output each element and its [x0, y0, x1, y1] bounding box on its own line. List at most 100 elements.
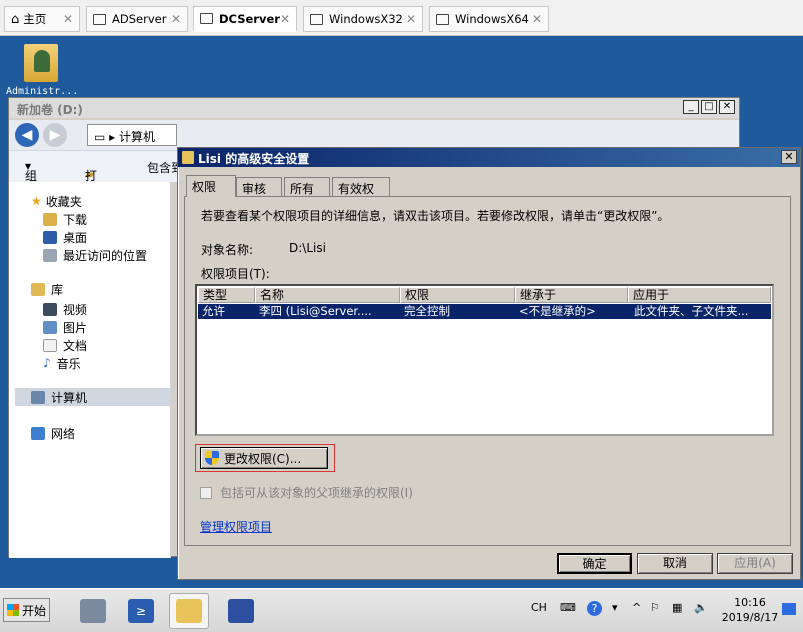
- column-header-type[interactable]: 类型: [198, 287, 255, 303]
- advanced-security-dialog: Lisi 的高级安全设置 ✕ 权限 审核 所有者 有效权限 若要查看某个权限项目…: [177, 147, 801, 580]
- close-button[interactable]: ✕: [719, 100, 735, 114]
- explorer-title: 新加卷 (D:): [9, 98, 739, 118]
- nav-documents[interactable]: 文档: [43, 336, 87, 354]
- uac-shield-icon: [205, 451, 219, 465]
- host-tab-adserver[interactable]: ADServer ✕: [86, 6, 188, 32]
- nav-label: 视频: [63, 302, 88, 317]
- video-icon: [43, 302, 57, 316]
- desktop-icon: [43, 230, 57, 244]
- library-icon: [31, 282, 45, 296]
- picture-icon: [43, 320, 57, 334]
- host-tab-home[interactable]: ⌂ 主页 ✕: [4, 6, 80, 32]
- nav-recent[interactable]: 最近访问的位置: [43, 246, 147, 264]
- powershell-icon: ≥: [128, 599, 154, 623]
- nav-pictures[interactable]: 图片: [43, 318, 87, 336]
- nav-music[interactable]: ♪ 音乐: [43, 354, 81, 372]
- tab-auditing[interactable]: 审核: [236, 177, 282, 196]
- volume-icon[interactable]: 🔈: [694, 601, 708, 614]
- remote-desktop-icon: [228, 599, 254, 623]
- dialog-close-button[interactable]: ✕: [781, 150, 797, 164]
- desktop-icon-label: Administr...: [6, 86, 79, 97]
- back-button[interactable]: ◀: [15, 123, 39, 147]
- window-buttons: _ □ ✕: [683, 100, 735, 114]
- forward-button[interactable]: ▶: [43, 123, 67, 147]
- dialog-title-bar: Lisi 的高级安全设置: [178, 148, 800, 167]
- column-header-permission[interactable]: 权限: [400, 287, 515, 303]
- change-permissions-button[interactable]: 更改权限(C)...: [200, 447, 328, 469]
- manage-permission-entries-link[interactable]: 管理权限项目: [200, 518, 272, 535]
- host-tab-windowsx32[interactable]: WindowsX32 ✕: [303, 6, 423, 32]
- nav-favorites[interactable]: ★ 收藏夹: [31, 192, 82, 210]
- tab-effective-permissions[interactable]: 有效权限: [332, 177, 390, 213]
- permission-entries-list[interactable]: 类型 名称 权限 继承于 应用于 允许 李四 (Lisi@Server.... …: [195, 284, 774, 436]
- show-desktop-icon[interactable]: [782, 603, 796, 615]
- cell-type: 允许: [202, 304, 225, 318]
- change-permissions-highlight: 更改权限(C)...: [195, 444, 335, 472]
- start-button[interactable]: 开始: [3, 598, 50, 622]
- instruction-text: 若要查看某个权限项目的详细信息，请双击该项目。若要修改权限，请单击“更改权限”。: [201, 209, 670, 223]
- taskbar-powershell[interactable]: ≥: [121, 593, 161, 629]
- nav-label: 库: [51, 282, 64, 297]
- nav-libraries[interactable]: 库: [31, 280, 63, 298]
- address-field[interactable]: ▭ ▸ 计算机: [87, 124, 177, 146]
- nav-label: 桌面: [63, 230, 88, 245]
- close-icon[interactable]: ✕: [171, 12, 181, 26]
- taskbar-remote-desktop[interactable]: [221, 593, 261, 629]
- close-icon[interactable]: ✕: [532, 12, 542, 26]
- tab-permissions[interactable]: 权限: [186, 175, 236, 197]
- nav-label: 文档: [63, 338, 88, 353]
- inherit-permissions-label: 包括可从该对象的父项继承的权限(I): [220, 486, 413, 500]
- nav-network[interactable]: 网络: [31, 424, 75, 442]
- column-header-inherited-from[interactable]: 继承于: [515, 287, 628, 303]
- user-folder-icon: [24, 44, 58, 82]
- cell-applies-to: 此文件夹、子文件夹...: [634, 304, 749, 318]
- host-tab-label: WindowsX32: [329, 12, 403, 26]
- minimize-button[interactable]: _: [683, 100, 699, 114]
- star-icon: ★: [31, 194, 42, 208]
- nav-label: 计算机: [51, 390, 88, 405]
- host-tab-windowsx64[interactable]: WindowsX64 ✕: [429, 6, 549, 32]
- table-row[interactable]: 允许 李四 (Lisi@Server.... 完全控制 <不是继承的> 此文件夹…: [198, 304, 771, 319]
- language-indicator[interactable]: CH: [531, 601, 547, 614]
- object-name-label: 对象名称:: [201, 243, 254, 257]
- nav-downloads[interactable]: 下载: [43, 210, 87, 228]
- vm-icon: [200, 13, 213, 24]
- help-icon[interactable]: ?: [587, 601, 602, 616]
- nav-computer[interactable]: 计算机: [15, 388, 171, 406]
- network-icon[interactable]: ▦: [672, 601, 682, 614]
- host-tab-bar: ⌂ 主页 ✕ ADServer ✕ DCServer ✕ WindowsX32 …: [0, 0, 803, 36]
- close-icon[interactable]: ✕: [406, 12, 416, 26]
- close-icon[interactable]: ✕: [63, 12, 73, 26]
- nav-label: 网络: [51, 426, 76, 441]
- taskbar-server-manager[interactable]: [73, 593, 113, 629]
- music-icon: ♪: [43, 356, 51, 370]
- maximize-button[interactable]: □: [701, 100, 717, 114]
- tab-owner[interactable]: 所有者: [284, 177, 330, 213]
- show-hidden-icons-icon[interactable]: ^: [632, 601, 641, 614]
- downloads-icon: [43, 212, 57, 226]
- host-tab-dcserver[interactable]: DCServer ✕: [193, 6, 297, 32]
- nav-desktop[interactable]: 桌面: [43, 228, 87, 246]
- inherit-permissions-checkbox[interactable]: [200, 486, 212, 499]
- apply-button[interactable]: 应用(A): [717, 553, 793, 574]
- column-header-applies-to[interactable]: 应用于: [628, 287, 771, 303]
- column-header-name[interactable]: 名称: [255, 287, 400, 303]
- close-icon[interactable]: ✕: [280, 12, 290, 26]
- windows-logo-icon: [6, 604, 19, 616]
- computer-icon: ▭ ▸: [94, 130, 119, 144]
- nav-videos[interactable]: 视频: [43, 300, 87, 318]
- nav-label: 最近访问的位置: [63, 248, 148, 263]
- taskbar-explorer[interactable]: [169, 593, 209, 629]
- action-center-flag-icon[interactable]: ⚐: [650, 601, 660, 614]
- options-icon[interactable]: ▾: [612, 601, 618, 614]
- system-clock[interactable]: 10:16 2019/8/17: [720, 595, 780, 625]
- keyboard-icon[interactable]: ⌨: [560, 601, 576, 614]
- clock-date: 2019/8/17: [721, 611, 779, 624]
- host-tab-label: ADServer: [112, 12, 167, 26]
- organize-button[interactable]: 组织 ▾: [25, 159, 37, 200]
- permission-entries-label: 权限项目(T):: [201, 267, 270, 281]
- desktop-icon-administrator[interactable]: Administr...: [6, 44, 79, 97]
- host-tab-label: 主页: [23, 12, 47, 26]
- ok-button[interactable]: 确定: [557, 553, 632, 574]
- cancel-button[interactable]: 取消: [637, 553, 713, 574]
